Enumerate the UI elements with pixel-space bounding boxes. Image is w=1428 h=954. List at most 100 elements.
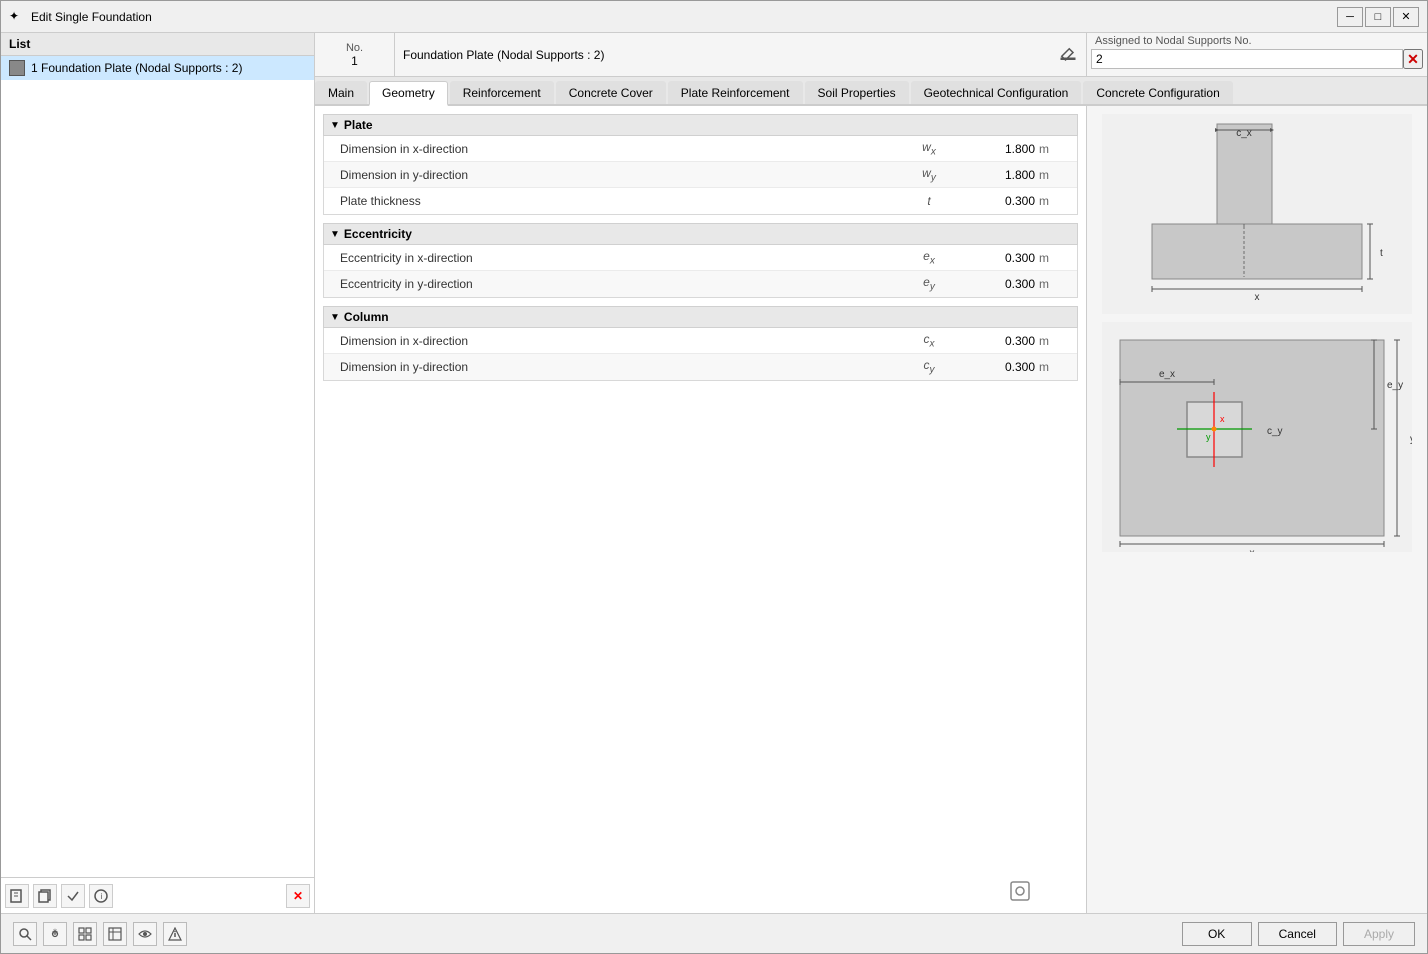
row-value: 0.300 [959, 251, 1039, 265]
row-label: Eccentricity in y-direction [332, 277, 899, 291]
plate-section-title: Plate [344, 118, 373, 132]
no-value: 1 [351, 54, 358, 68]
table-row: Eccentricity in y-direction ey 0.300 m [324, 271, 1077, 297]
svg-text:t: t [1380, 248, 1383, 259]
column-section: ▼ Column Dimension in x-direction cx 0.3… [323, 306, 1078, 381]
row-unit: m [1039, 194, 1069, 208]
assigned-row: ✕ [1087, 49, 1427, 69]
info2-button[interactable] [163, 922, 187, 946]
minimize-button[interactable]: ─ [1337, 7, 1363, 27]
column-section-content: Dimension in x-direction cx 0.300 m Dime… [323, 328, 1078, 381]
tab-concrete-cover[interactable]: Concrete Cover [556, 81, 666, 104]
app-icon: ✦ [9, 9, 25, 25]
no-section: No. 1 [315, 33, 395, 76]
cancel-button[interactable]: Cancel [1258, 922, 1337, 946]
main-area: List 1 Foundation Plate (Nodal Supports … [1, 33, 1427, 913]
eccentricity-section-header[interactable]: ▼ Eccentricity [323, 223, 1078, 245]
main-window: ✦ Edit Single Foundation ─ □ ✕ List 1 Fo… [0, 0, 1428, 954]
list-item[interactable]: 1 Foundation Plate (Nodal Supports : 2) [1, 56, 314, 80]
list-area: 1 Foundation Plate (Nodal Supports : 2) [1, 56, 314, 877]
row-value: 0.300 [959, 360, 1039, 374]
name-edit-icon[interactable] [1058, 45, 1078, 65]
plate-toggle-icon: ▼ [330, 120, 340, 131]
column-section-header[interactable]: ▼ Column [323, 306, 1078, 328]
table-button[interactable] [103, 922, 127, 946]
row-symbol: cx [899, 332, 959, 349]
row-label: Dimension in x-direction [332, 142, 899, 156]
row-value: 0.300 [959, 277, 1039, 291]
tab-geometry[interactable]: Geometry [369, 81, 448, 106]
eccentricity-toggle-icon: ▼ [330, 229, 340, 240]
list-header: List [1, 33, 314, 56]
plate-section-header[interactable]: ▼ Plate [323, 114, 1078, 136]
eccentricity-section-title: Eccentricity [344, 227, 412, 241]
row-symbol: ey [899, 275, 959, 292]
row-value: 1.800 [959, 168, 1039, 182]
svg-text:y: y [1410, 434, 1412, 445]
delete-button[interactable]: ✕ [286, 884, 310, 908]
tab-soil-properties[interactable]: Soil Properties [805, 81, 909, 104]
row-unit: m [1039, 334, 1069, 348]
svg-text:x: x [1255, 292, 1260, 303]
column-section-title: Column [344, 310, 389, 324]
name-section [395, 33, 1087, 76]
svg-text:x: x [1220, 414, 1225, 424]
grid-button[interactable] [73, 922, 97, 946]
bottom-bar: OK Cancel Apply [1, 913, 1427, 953]
table-row: Eccentricity in x-direction ex 0.300 m [324, 245, 1077, 271]
panel-toolbar: i ✕ [1, 877, 314, 913]
name-input[interactable] [403, 48, 1058, 62]
row-symbol: wx [899, 140, 959, 157]
eccentricity-section-content: Eccentricity in x-direction ex 0.300 m E… [323, 245, 1078, 298]
bottom-toolbar [13, 922, 187, 946]
table-row: Plate thickness t 0.300 m [324, 188, 1077, 214]
row-label: Dimension in y-direction [332, 360, 899, 374]
new-button[interactable] [5, 884, 29, 908]
no-label: No. [346, 42, 363, 54]
search-button[interactable] [13, 922, 37, 946]
svg-text:e_y: e_y [1387, 380, 1403, 391]
list-item-icon [9, 60, 25, 76]
row-label: Plate thickness [332, 194, 899, 208]
tab-geotechnical[interactable]: Geotechnical Configuration [911, 81, 1082, 104]
copy-button[interactable] [33, 884, 57, 908]
view-button[interactable] [133, 922, 157, 946]
apply-button[interactable]: Apply [1343, 922, 1415, 946]
row-value: 0.300 [959, 194, 1039, 208]
info-button[interactable]: i [89, 884, 113, 908]
tab-concrete-config[interactable]: Concrete Configuration [1083, 81, 1232, 104]
svg-text:e_x: e_x [1159, 369, 1175, 380]
ok-button[interactable]: OK [1182, 922, 1252, 946]
row-label: Dimension in y-direction [332, 168, 899, 182]
assigned-clear-button[interactable]: ✕ [1403, 49, 1423, 69]
settings-button[interactable] [43, 922, 67, 946]
assigned-section: Assigned to Nodal Supports No. ✕ [1087, 33, 1427, 76]
tab-reinforcement[interactable]: Reinforcement [450, 81, 554, 104]
table-row: Dimension in x-direction cx 0.300 m [324, 328, 1077, 354]
row-unit: m [1039, 168, 1069, 182]
svg-text:i: i [101, 892, 103, 901]
title-bar-controls: ─ □ ✕ [1337, 7, 1419, 27]
name-row: No. 1 Assigned to Nodal Supports No. ✕ [315, 33, 1427, 77]
content-area: No. 1 Assigned to Nodal Supports No. ✕ [315, 33, 1427, 913]
row-label: Dimension in x-direction [332, 334, 899, 348]
eccentricity-section: ▼ Eccentricity Eccentricity in x-directi… [323, 223, 1078, 298]
bottom-actions: OK Cancel Apply [1182, 922, 1415, 946]
tabs-bar: Main Geometry Reinforcement Concrete Cov… [315, 77, 1427, 106]
row-symbol: ex [899, 249, 959, 266]
check-button[interactable] [61, 884, 85, 908]
svg-text:x: x [1250, 548, 1255, 552]
plate-section-content: Dimension in x-direction wx 1.800 m Dime… [323, 136, 1078, 215]
row-unit: m [1039, 360, 1069, 374]
row-label: Eccentricity in x-direction [332, 251, 899, 265]
tab-main[interactable]: Main [315, 81, 367, 104]
assigned-input[interactable] [1091, 49, 1403, 69]
maximize-button[interactable]: □ [1365, 7, 1391, 27]
form-area: ▼ Plate Dimension in x-direction wx 1.80… [315, 106, 1087, 913]
tab-plate-reinforcement[interactable]: Plate Reinforcement [668, 81, 803, 104]
plan-diagram: x y e_x e_y [1102, 322, 1412, 552]
table-row: Dimension in y-direction wy 1.800 m [324, 162, 1077, 188]
row-value: 0.300 [959, 334, 1039, 348]
close-button[interactable]: ✕ [1393, 7, 1419, 27]
title-bar: ✦ Edit Single Foundation ─ □ ✕ [1, 1, 1427, 33]
